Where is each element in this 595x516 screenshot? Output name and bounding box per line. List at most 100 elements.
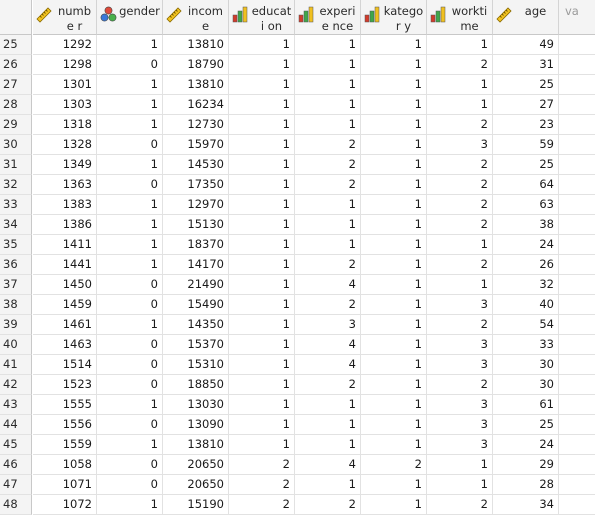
table-cell[interactable]: 1 bbox=[361, 395, 427, 415]
table-cell[interactable]: 1 bbox=[427, 455, 493, 475]
table-cell[interactable]: 1 bbox=[361, 35, 427, 55]
table-cell[interactable]: 18370 bbox=[163, 235, 229, 255]
row-header[interactable]: 48 bbox=[0, 495, 32, 515]
row-header[interactable]: 36 bbox=[0, 255, 32, 275]
row-header[interactable]: 47 bbox=[0, 475, 32, 495]
table-cell[interactable]: 1292 bbox=[33, 35, 97, 55]
table-cell[interactable]: 2 bbox=[427, 115, 493, 135]
table-cell[interactable]: 61 bbox=[493, 395, 559, 415]
table-cell[interactable]: 25 bbox=[493, 415, 559, 435]
table-cell[interactable]: 1 bbox=[361, 275, 427, 295]
table-cell[interactable]: 1 bbox=[361, 495, 427, 515]
table-cell[interactable]: 1 bbox=[361, 295, 427, 315]
table-cell[interactable]: 1441 bbox=[33, 255, 97, 275]
table-cell[interactable]: 3 bbox=[427, 395, 493, 415]
table-cell[interactable]: 1386 bbox=[33, 215, 97, 235]
table-cell[interactable]: 1459 bbox=[33, 295, 97, 315]
row-header[interactable]: 26 bbox=[0, 55, 32, 75]
table-cell[interactable]: 1556 bbox=[33, 415, 97, 435]
table-cell[interactable]: 1071 bbox=[33, 475, 97, 495]
table-cell[interactable]: 12730 bbox=[163, 115, 229, 135]
table-cell[interactable] bbox=[559, 355, 595, 375]
table-cell[interactable]: 0 bbox=[97, 295, 163, 315]
table-cell[interactable]: 1363 bbox=[33, 175, 97, 195]
table-cell[interactable]: 15490 bbox=[163, 295, 229, 315]
table-cell[interactable]: 15310 bbox=[163, 355, 229, 375]
table-cell[interactable]: 13810 bbox=[163, 35, 229, 55]
table-cell[interactable]: 13810 bbox=[163, 75, 229, 95]
table-cell[interactable]: 1463 bbox=[33, 335, 97, 355]
table-cell[interactable]: 1383 bbox=[33, 195, 97, 215]
column-header[interactable]: gender bbox=[97, 0, 163, 35]
table-cell[interactable]: 1 bbox=[361, 235, 427, 255]
table-cell[interactable]: 1349 bbox=[33, 155, 97, 175]
table-cell[interactable]: 1 bbox=[97, 435, 163, 455]
table-cell[interactable]: 30 bbox=[493, 355, 559, 375]
table-cell[interactable]: 14170 bbox=[163, 255, 229, 275]
table-cell[interactable]: 1 bbox=[229, 435, 295, 455]
table-cell[interactable]: 27 bbox=[493, 95, 559, 115]
table-cell[interactable]: 1 bbox=[229, 375, 295, 395]
table-cell[interactable]: 4 bbox=[295, 335, 361, 355]
table-cell[interactable]: 3 bbox=[427, 435, 493, 455]
table-cell[interactable]: 1 bbox=[97, 75, 163, 95]
row-header[interactable]: 37 bbox=[0, 275, 32, 295]
table-cell[interactable]: 63 bbox=[493, 195, 559, 215]
table-cell[interactable]: 2 bbox=[229, 455, 295, 475]
table-cell[interactable] bbox=[559, 395, 595, 415]
table-cell[interactable]: 2 bbox=[295, 135, 361, 155]
table-cell[interactable]: 1 bbox=[229, 115, 295, 135]
table-cell[interactable]: 1 bbox=[229, 295, 295, 315]
table-cell[interactable] bbox=[559, 335, 595, 355]
table-cell[interactable]: 0 bbox=[97, 135, 163, 155]
table-cell[interactable]: 1328 bbox=[33, 135, 97, 155]
table-cell[interactable]: 1 bbox=[295, 395, 361, 415]
table-cell[interactable]: 3 bbox=[427, 415, 493, 435]
table-cell[interactable]: 2 bbox=[427, 55, 493, 75]
table-cell[interactable]: 2 bbox=[427, 315, 493, 335]
table-cell[interactable]: 3 bbox=[295, 315, 361, 335]
table-cell[interactable]: 1450 bbox=[33, 275, 97, 295]
row-header[interactable]: 43 bbox=[0, 395, 32, 415]
table-cell[interactable]: 2 bbox=[229, 495, 295, 515]
table-cell[interactable] bbox=[559, 375, 595, 395]
table-cell[interactable]: 0 bbox=[97, 375, 163, 395]
table-cell[interactable]: 1 bbox=[361, 375, 427, 395]
table-cell[interactable] bbox=[559, 435, 595, 455]
table-cell[interactable]: 1 bbox=[361, 75, 427, 95]
table-cell[interactable]: 1 bbox=[427, 75, 493, 95]
table-cell[interactable]: 1 bbox=[295, 115, 361, 135]
column-header[interactable]: income bbox=[163, 0, 229, 35]
table-cell[interactable]: 1523 bbox=[33, 375, 97, 395]
table-cell[interactable]: 21490 bbox=[163, 275, 229, 295]
table-cell[interactable]: 1072 bbox=[33, 495, 97, 515]
table-cell[interactable]: 1 bbox=[295, 35, 361, 55]
table-cell[interactable]: 2 bbox=[427, 175, 493, 195]
table-cell[interactable]: 1461 bbox=[33, 315, 97, 335]
table-cell[interactable] bbox=[559, 75, 595, 95]
table-cell[interactable]: 18790 bbox=[163, 55, 229, 75]
column-header[interactable]: experie nce bbox=[295, 0, 361, 35]
table-cell[interactable] bbox=[559, 455, 595, 475]
column-header[interactable]: va bbox=[559, 0, 595, 35]
table-cell[interactable]: 1 bbox=[229, 35, 295, 55]
row-header[interactable]: 40 bbox=[0, 335, 32, 355]
row-header[interactable]: 33 bbox=[0, 195, 32, 215]
table-cell[interactable]: 1 bbox=[427, 475, 493, 495]
row-header[interactable]: 25 bbox=[0, 35, 32, 55]
table-cell[interactable]: 1301 bbox=[33, 75, 97, 95]
table-cell[interactable]: 2 bbox=[295, 255, 361, 275]
table-cell[interactable] bbox=[559, 475, 595, 495]
table-cell[interactable] bbox=[559, 135, 595, 155]
table-cell[interactable]: 1 bbox=[295, 215, 361, 235]
table-cell[interactable]: 1555 bbox=[33, 395, 97, 415]
table-cell[interactable]: 2 bbox=[427, 215, 493, 235]
table-cell[interactable]: 2 bbox=[295, 155, 361, 175]
table-cell[interactable]: 1 bbox=[97, 395, 163, 415]
table-cell[interactable]: 16234 bbox=[163, 95, 229, 115]
table-cell[interactable]: 1318 bbox=[33, 115, 97, 135]
table-cell[interactable]: 1058 bbox=[33, 455, 97, 475]
row-header[interactable]: 30 bbox=[0, 135, 32, 155]
table-cell[interactable]: 0 bbox=[97, 175, 163, 195]
table-cell[interactable]: 1 bbox=[295, 75, 361, 95]
